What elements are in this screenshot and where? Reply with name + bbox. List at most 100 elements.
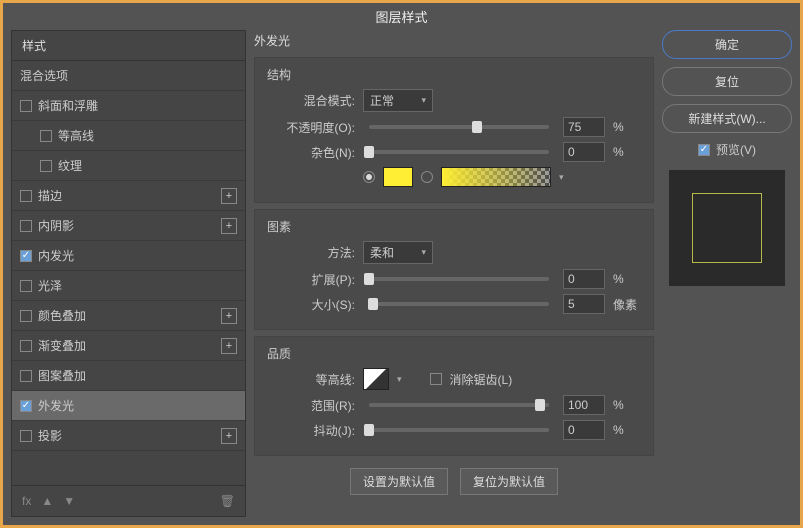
opacity-label: 不透明度(O): <box>267 119 355 136</box>
technique-label: 方法: <box>267 244 355 261</box>
cancel-button[interactable]: 复位 <box>662 67 792 96</box>
sidebar-item-label: 斜面和浮雕 <box>38 97 98 114</box>
technique-select[interactable]: 柔和▾ <box>363 241 433 264</box>
preview-thumbnail <box>669 170 785 286</box>
noise-slider[interactable] <box>369 150 549 154</box>
gradient-radio[interactable] <box>421 171 433 183</box>
effect-checkbox[interactable] <box>20 340 32 352</box>
sidebar-header: 样式 <box>12 31 245 61</box>
sidebar-item-0[interactable]: 斜面和浮雕 <box>12 91 245 121</box>
size-slider[interactable] <box>369 302 549 306</box>
up-icon[interactable]: ▲ <box>41 494 53 508</box>
effect-checkbox[interactable] <box>20 280 32 292</box>
sidebar-item-7[interactable]: 颜色叠加 + <box>12 301 245 331</box>
sidebar-item-label: 内发光 <box>38 247 74 264</box>
new-style-button[interactable]: 新建样式(W)... <box>662 104 792 133</box>
sidebar-item-label: 颜色叠加 <box>38 307 86 324</box>
color-swatch[interactable] <box>383 167 413 187</box>
sidebar-item-label: 描边 <box>38 187 62 204</box>
sidebar-item-label: 纹理 <box>58 157 82 174</box>
ok-button[interactable]: 确定 <box>662 30 792 59</box>
spread-label: 扩展(P): <box>267 271 355 288</box>
spread-input[interactable]: 0 <box>563 269 605 289</box>
effect-checkbox[interactable] <box>20 310 32 322</box>
sidebar-item-label: 等高线 <box>58 127 94 144</box>
trash-icon[interactable]: 🗑 <box>220 494 235 508</box>
sidebar-item-label: 投影 <box>38 427 62 444</box>
sidebar-item-11[interactable]: 投影 + <box>12 421 245 451</box>
sidebar-item-1[interactable]: 等高线 <box>12 121 245 151</box>
defaults-row: 设置为默认值 复位为默认值 <box>254 468 654 495</box>
sidebar-item-8[interactable]: 渐变叠加+ <box>12 331 245 361</box>
range-label: 范围(R): <box>267 397 355 414</box>
effect-checkbox[interactable]: ✓ <box>20 250 32 262</box>
add-effect-icon[interactable]: + <box>221 218 237 234</box>
add-effect-icon[interactable]: + <box>221 338 237 354</box>
add-effect-icon[interactable]: + <box>221 188 237 204</box>
structure-label: 结构 <box>267 66 641 83</box>
sidebar-item-label: 内阴影 <box>38 217 74 234</box>
sidebar-item-2[interactable]: 纹理 <box>12 151 245 181</box>
blend-options-label: 混合选项 <box>20 67 68 84</box>
add-effect-icon[interactable]: + <box>221 428 237 444</box>
effect-checkbox[interactable] <box>20 190 32 202</box>
set-default-button[interactable]: 设置为默认值 <box>350 468 448 495</box>
effect-checkbox[interactable] <box>40 130 52 142</box>
sidebar-item-10[interactable]: ✓ 外发光 <box>12 391 245 421</box>
down-icon[interactable]: ▼ <box>63 494 75 508</box>
spread-slider[interactable] <box>369 277 549 281</box>
elements-group: 图素 方法: 柔和▾ 扩展(P): 0 % 大小(S): 5 像素 <box>254 209 654 330</box>
elements-label: 图素 <box>267 218 641 235</box>
contour-picker[interactable] <box>363 368 389 390</box>
chevron-down-icon[interactable]: ▾ <box>397 374 402 385</box>
effect-checkbox[interactable] <box>20 430 32 442</box>
right-panel: 确定 复位 新建样式(W)... ✓ 预览(V) <box>662 30 792 517</box>
jitter-input[interactable]: 0 <box>563 420 605 440</box>
effect-checkbox[interactable] <box>20 220 32 232</box>
jitter-slider[interactable] <box>369 428 549 432</box>
sidebar-item-label: 外发光 <box>38 397 74 414</box>
noise-input[interactable]: 0 <box>563 142 605 162</box>
layer-style-dialog: 图层样式 样式 混合选项 斜面和浮雕等高线纹理描边+内阴影+✓内发光光泽颜色叠加… <box>3 3 800 525</box>
range-input[interactable]: 100 <box>563 395 605 415</box>
styles-sidebar: 样式 混合选项 斜面和浮雕等高线纹理描边+内阴影+✓内发光光泽颜色叠加+渐变叠加… <box>11 30 246 517</box>
preview-checkbox[interactable]: ✓ <box>698 144 710 156</box>
range-slider[interactable] <box>369 403 549 407</box>
antialias-checkbox[interactable] <box>430 373 442 385</box>
fx-icon[interactable]: fx <box>22 494 31 508</box>
size-input[interactable]: 5 <box>563 294 605 314</box>
chevron-down-icon[interactable]: ▾ <box>559 172 564 183</box>
sidebar-footer: fx ▲ ▼ 🗑 <box>12 485 245 516</box>
noise-label: 杂色(N): <box>267 144 355 161</box>
blend-mode-select[interactable]: 正常▾ <box>363 89 433 112</box>
sidebar-item-4[interactable]: 内阴影 + <box>12 211 245 241</box>
gradient-swatch[interactable] <box>441 167 551 187</box>
effect-checkbox[interactable] <box>20 100 32 112</box>
size-label: 大小(S): <box>267 296 355 313</box>
jitter-label: 抖动(J): <box>267 422 355 439</box>
dialog-content: 样式 混合选项 斜面和浮雕等高线纹理描边+内阴影+✓内发光光泽颜色叠加+渐变叠加… <box>3 30 800 525</box>
preview-label: 预览(V) <box>716 141 756 158</box>
effect-checkbox[interactable]: ✓ <box>20 400 32 412</box>
sidebar-item-6[interactable]: 光泽 <box>12 271 245 301</box>
sidebar-item-3[interactable]: 描边 + <box>12 181 245 211</box>
antialias-label: 消除锯齿(L) <box>450 371 513 388</box>
chevron-down-icon: ▾ <box>421 95 426 106</box>
quality-label: 品质 <box>267 345 641 362</box>
quality-group: 品质 等高线: ▾ 消除锯齿(L) 范围(R): 100 % 抖动(J): <box>254 336 654 456</box>
effect-checkbox[interactable] <box>40 160 52 172</box>
sidebar-item-5[interactable]: ✓ 内发光 <box>12 241 245 271</box>
color-radio[interactable] <box>363 171 375 183</box>
sidebar-item-9[interactable]: 图案叠加 <box>12 361 245 391</box>
main-panel: 外发光 结构 混合模式: 正常▾ 不透明度(O): 75 % 杂色(N): 0 <box>254 30 654 517</box>
chevron-down-icon: ▾ <box>421 247 426 258</box>
opacity-input[interactable]: 75 <box>563 117 605 137</box>
blend-mode-label: 混合模式: <box>267 92 355 109</box>
opacity-slider[interactable] <box>369 125 549 129</box>
structure-group: 结构 混合模式: 正常▾ 不透明度(O): 75 % 杂色(N): 0 % <box>254 57 654 203</box>
effect-checkbox[interactable] <box>20 370 32 382</box>
sidebar-blend-options[interactable]: 混合选项 <box>12 61 245 91</box>
reset-default-button[interactable]: 复位为默认值 <box>460 468 558 495</box>
add-effect-icon[interactable]: + <box>221 308 237 324</box>
sidebar-item-label: 光泽 <box>38 277 62 294</box>
